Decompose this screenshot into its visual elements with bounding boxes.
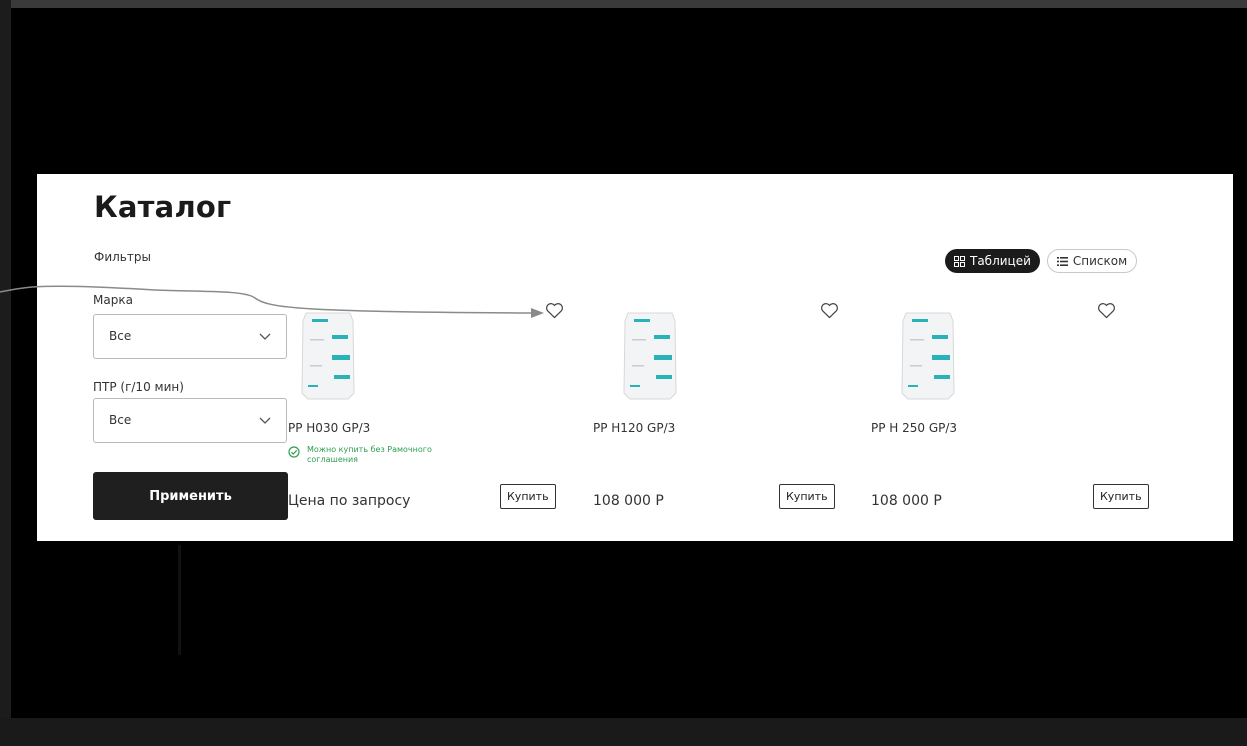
- check-circle-icon: [288, 446, 300, 458]
- product-price: Цена по запросу: [288, 493, 411, 509]
- view-toggle: Таблицей Списком: [945, 249, 1138, 273]
- view-list-label: Списком: [1072, 254, 1128, 268]
- brand-select-value: Все: [109, 329, 132, 343]
- list-icon: [1056, 256, 1068, 266]
- product-name[interactable]: PP H030 GP/3: [288, 421, 370, 435]
- window-bottom-bar: [0, 718, 1247, 746]
- filters-heading: Фильтры: [94, 250, 151, 264]
- product-image: [901, 312, 955, 400]
- availability-text: Можно купить без Рамочного соглашения: [307, 445, 432, 464]
- product-name[interactable]: PP H 250 GP/3: [871, 421, 957, 435]
- chevron-down-icon: [259, 417, 271, 424]
- mfi-select[interactable]: Все: [93, 398, 287, 443]
- product-card[interactable]: PP H120 GP/3 108 000 Р Купить: [593, 299, 873, 519]
- apply-filters-button[interactable]: Применить: [93, 472, 288, 520]
- buy-button[interactable]: Купить: [1093, 484, 1149, 509]
- product-card[interactable]: PP H030 GP/3 Можно купить без Рамочного …: [288, 299, 568, 519]
- product-price: 108 000 Р: [593, 493, 664, 509]
- page-title: Каталог: [94, 190, 232, 224]
- mfi-select-value: Все: [109, 413, 132, 427]
- window-top-edge: [0, 0, 1247, 8]
- availability-badge: Можно купить без Рамочного соглашения: [288, 445, 488, 469]
- heart-icon[interactable]: [545, 302, 564, 319]
- product-image: [301, 312, 355, 400]
- product-image: [623, 312, 677, 400]
- product-card[interactable]: PP H 250 GP/3 108 000 Р Купить: [871, 299, 1151, 519]
- buy-button[interactable]: Купить: [500, 484, 556, 509]
- mfi-filter-label: ПТР (г/10 мин): [93, 380, 184, 394]
- view-list-button[interactable]: Списком: [1046, 249, 1138, 273]
- product-price: 108 000 Р: [871, 493, 942, 509]
- catalog-panel: Каталог Фильтры Таблицей Списком Марка В…: [37, 174, 1233, 541]
- background-stripe: [178, 545, 181, 655]
- heart-icon[interactable]: [820, 302, 839, 319]
- grid-icon: [954, 255, 965, 267]
- view-table-button[interactable]: Таблицей: [945, 249, 1040, 273]
- chevron-down-icon: [259, 333, 271, 340]
- brand-filter-label: Марка: [93, 293, 133, 307]
- window-left-edge: [0, 0, 11, 746]
- view-table-label: Таблицей: [970, 254, 1031, 268]
- brand-select[interactable]: Все: [93, 314, 287, 359]
- buy-button[interactable]: Купить: [779, 484, 835, 509]
- product-name[interactable]: PP H120 GP/3: [593, 421, 675, 435]
- heart-icon[interactable]: [1097, 302, 1116, 319]
